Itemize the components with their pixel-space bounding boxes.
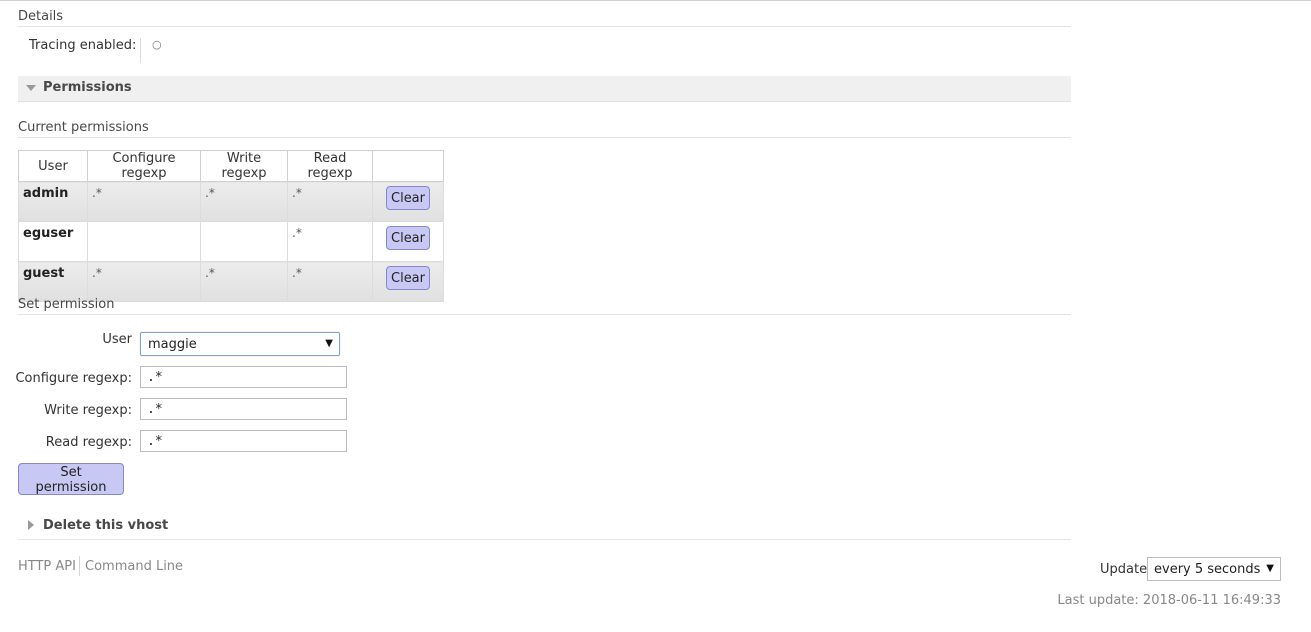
footer-separator <box>79 556 80 576</box>
row-configure: .* <box>87 181 201 222</box>
kv-separator <box>140 38 141 63</box>
row-write <box>200 221 288 262</box>
write-regexp-input[interactable] <box>140 398 347 420</box>
current-permissions-divider <box>18 137 1071 138</box>
col-header-user: User <box>18 150 88 182</box>
row-configure: .* <box>87 261 201 302</box>
top-border <box>0 0 1311 1</box>
delete-vhost-toggle[interactable]: Delete this vhost <box>43 518 168 533</box>
table-row: eguser .* Clear <box>18 221 444 262</box>
dropdown-arrow-icon: ▼ <box>325 338 333 349</box>
col-header-action <box>372 150 444 182</box>
table-header-row: User Configure regexp Write regexp Read … <box>18 150 444 182</box>
row-user: eguser <box>18 221 88 262</box>
clear-button[interactable]: Clear <box>386 186 430 210</box>
current-permissions-title: Current permissions <box>18 120 149 135</box>
command-line-link[interactable]: Command Line <box>85 559 183 574</box>
tracing-value: ○ <box>152 38 162 51</box>
details-title: Details <box>18 9 64 24</box>
row-user: guest <box>18 261 88 302</box>
update-interval-value: every 5 seconds <box>1154 562 1261 577</box>
last-update-text: Last update: 2018-06-11 16:49:33 <box>1057 593 1281 608</box>
table-row: guest .* .* .* Clear <box>18 261 444 302</box>
permissions-title: Permissions <box>43 80 132 95</box>
tracing-label: Tracing enabled: <box>29 38 137 53</box>
row-read: .* <box>287 181 373 222</box>
clear-button[interactable]: Clear <box>386 266 430 290</box>
row-read: .* <box>287 221 373 262</box>
user-select[interactable]: maggie ▼ <box>140 332 340 356</box>
read-regexp-label: Read regexp: <box>45 435 132 450</box>
col-header-read: Read regexp <box>287 150 373 182</box>
dropdown-arrow-icon: ▼ <box>1266 563 1274 574</box>
details-divider <box>18 26 1071 27</box>
permissions-table: User Configure regexp Write regexp Read … <box>18 150 444 302</box>
col-header-configure: Configure regexp <box>87 150 201 182</box>
update-label: Update <box>1100 562 1148 577</box>
row-write: .* <box>200 181 288 222</box>
read-regexp-input[interactable] <box>140 430 347 452</box>
row-action-cell: Clear <box>372 261 444 302</box>
clear-button[interactable]: Clear <box>386 226 430 250</box>
set-permission-button[interactable]: Set permission <box>18 463 124 495</box>
set-permission-title: Set permission <box>18 297 115 312</box>
write-regexp-label: Write regexp: <box>44 403 132 418</box>
delete-divider <box>18 539 1071 540</box>
row-action-cell: Clear <box>372 221 444 262</box>
row-write: .* <box>200 261 288 302</box>
user-label: User <box>102 332 132 347</box>
col-header-write: Write regexp <box>200 150 288 182</box>
configure-regexp-label: Configure regexp: <box>15 371 132 386</box>
row-configure <box>87 221 201 262</box>
update-interval-select[interactable]: every 5 seconds ▼ <box>1147 557 1281 581</box>
configure-regexp-input[interactable] <box>140 366 347 388</box>
triangle-right-icon <box>28 520 34 530</box>
triangle-down-icon <box>26 85 36 91</box>
row-read: .* <box>287 261 373 302</box>
table-row: admin .* .* .* Clear <box>18 181 444 222</box>
user-select-value: maggie <box>148 337 197 352</box>
http-api-link[interactable]: HTTP API <box>18 559 76 574</box>
row-user: admin <box>18 181 88 222</box>
set-permission-divider <box>18 314 1071 315</box>
permissions-section-toggle[interactable]: Permissions <box>18 76 1071 102</box>
row-action-cell: Clear <box>372 181 444 222</box>
